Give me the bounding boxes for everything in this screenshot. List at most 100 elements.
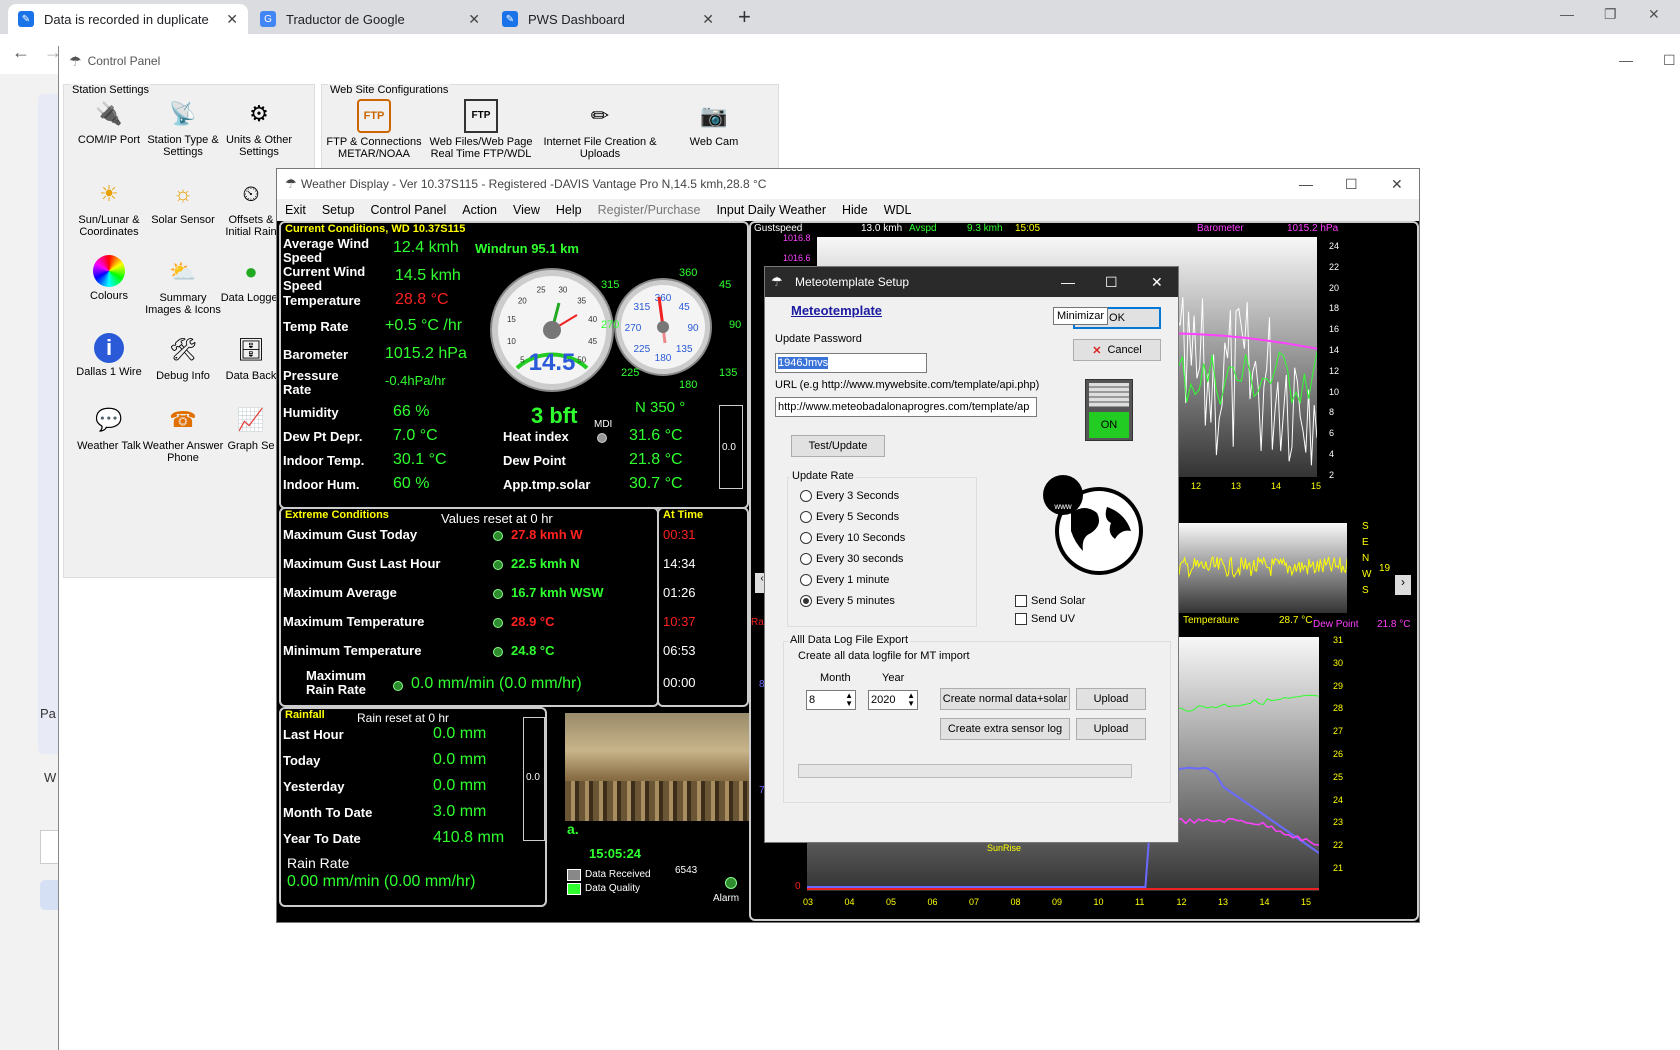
axis-tick: 03 <box>803 897 814 907</box>
tick-label: 360 <box>655 293 672 304</box>
temp-rate-value: +0.5 °C /hr <box>385 317 463 334</box>
spinner-arrows-icon[interactable]: ▲ ▼ <box>845 692 853 708</box>
station-type-item[interactable]: 📡 Station Type & Settings <box>140 97 226 159</box>
rate-radio[interactable] <box>800 511 812 523</box>
answer-phone-item[interactable]: ☎ Weather Answer Phone <box>140 403 226 465</box>
menu-item[interactable]: Input Daily Weather <box>708 203 834 217</box>
web-files-item[interactable]: FTP Web Files/Web Page Real Time FTP/WDL <box>426 99 536 160</box>
label: Avspd <box>909 223 937 234</box>
minimize-icon[interactable]: — <box>1299 176 1313 192</box>
dialog-heading[interactable]: Meteotemplate <box>791 303 882 318</box>
browser-tab-3[interactable]: ✎ PWS Dashboard ✕ <box>492 4 724 34</box>
menu-item[interactable]: WDL <box>876 203 920 217</box>
menu-item[interactable]: Exit <box>277 203 314 217</box>
close-icon[interactable]: ✕ <box>468 11 480 28</box>
solar-sensor-item[interactable]: ☼ Solar Sensor <box>140 177 226 227</box>
menu-item[interactable]: Register/Purchase <box>590 203 709 217</box>
count-value: 6543 <box>675 865 698 876</box>
maximize-icon[interactable]: ☐ <box>1105 274 1118 291</box>
new-tab-button[interactable]: + <box>738 4 751 30</box>
spinner-arrows-icon[interactable]: ▲ ▼ <box>907 692 915 708</box>
month-spinner[interactable]: 8 ▲ ▼ <box>806 690 856 710</box>
rain-value: 0.0 mm <box>433 725 487 742</box>
send-solar-checkbox[interactable] <box>1015 595 1027 607</box>
close-icon[interactable]: ✕ <box>1151 274 1163 291</box>
rate-radio[interactable] <box>800 574 812 586</box>
tick-label: 225 <box>633 344 650 355</box>
maximize-icon[interactable]: ☐ <box>1345 176 1358 193</box>
minimize-icon[interactable]: — <box>1560 6 1574 22</box>
compass-tick: S <box>1362 585 1369 596</box>
minimize-icon[interactable]: — <box>1619 52 1633 68</box>
menu-item[interactable]: View <box>505 203 548 217</box>
axis-tick: 8 <box>1329 407 1335 418</box>
create-extra-button[interactable]: Create extra sensor log <box>940 718 1070 740</box>
wd-titlebar: ☂ Weather Display - Ver 10.37S115 - Regi… <box>277 169 1419 199</box>
maximize-icon[interactable]: ☐ <box>1663 52 1676 69</box>
close-icon[interactable]: ✕ <box>702 11 714 28</box>
rate-radio[interactable] <box>800 553 812 565</box>
menu-item[interactable]: Action <box>454 203 505 217</box>
tick-label: 15 <box>507 315 516 324</box>
compass-tick: S <box>1362 521 1369 532</box>
beaufort-value: 3 bft <box>531 403 578 428</box>
label: App.tmp.solar <box>503 477 591 492</box>
export-group: Alll Data Log File Export Create all dat… <box>783 634 1171 803</box>
tick-label: 20 <box>518 296 527 305</box>
label: Barometer <box>1197 223 1244 234</box>
label: Temp Rate <box>283 319 349 334</box>
back-arrow-icon[interactable]: ← <box>12 42 30 63</box>
browser-tab-2[interactable]: G Traductor de Google ✕ <box>250 4 490 34</box>
menu-item[interactable]: Setup <box>314 203 363 217</box>
create-normal-button[interactable]: Create normal data+solar <box>940 688 1070 710</box>
switch-label: ON <box>1089 412 1129 438</box>
label: Maximum Gust Last Hour <box>283 556 441 571</box>
axis-tick: 24 <box>1333 794 1344 805</box>
rate-radio[interactable] <box>800 532 812 544</box>
axis-tick: 24 <box>1329 241 1340 251</box>
debug-item[interactable]: 🛠 Debug Info <box>140 333 226 383</box>
menu-item[interactable]: Control Panel <box>363 203 455 217</box>
close-icon[interactable]: ✕ <box>1391 176 1403 193</box>
rate-radio[interactable] <box>800 490 812 502</box>
url-input[interactable]: http://www.meteobadalonaprogres.com/temp… <box>775 397 1037 417</box>
ftp-item[interactable]: FTP FTP & Connections METAR/NOAA <box>326 99 422 160</box>
summary-item[interactable]: ⛅ Summary Images & Icons <box>140 255 226 317</box>
axis-tick: 31 <box>1333 635 1344 645</box>
time-value: 00:31 <box>663 527 696 542</box>
scroll-right-button[interactable]: › <box>1395 575 1411 595</box>
wd-menubar: Exit Setup Control Panel Action View Help Regi… <box>277 199 1419 221</box>
sidebar-text: Pa <box>40 706 56 721</box>
menu-item[interactable]: Hide <box>834 203 876 217</box>
cancel-button[interactable]: ✕ Cancel <box>1073 339 1161 361</box>
browser-tab-1[interactable]: ✎ Data is recorded in duplicate ✕ <box>8 4 248 34</box>
app-icon: ☂ <box>771 274 783 289</box>
close-icon[interactable]: ✕ <box>1648 6 1660 23</box>
test-update-button[interactable]: Test/Update <box>791 435 885 457</box>
close-icon[interactable]: ✕ <box>226 11 238 28</box>
on-switch[interactable]: ON <box>1085 379 1133 441</box>
units-item[interactable]: ⚙ Units & Other Settings <box>216 97 302 159</box>
send-uv-checkbox[interactable] <box>1015 613 1027 625</box>
axis-tick: 13 <box>1231 481 1242 491</box>
current-wind-value: 14.5 kmh <box>395 267 461 284</box>
internet-item[interactable]: ✏ Internet File Creation & Uploads <box>540 99 660 161</box>
minimize-icon[interactable]: — <box>1061 274 1075 290</box>
rain-value: 0.0 mm <box>433 777 487 794</box>
rate-radio[interactable] <box>800 595 812 607</box>
status-dot <box>493 618 503 628</box>
cancel-x-icon: ✕ <box>1092 344 1102 357</box>
webcam-item[interactable]: 📷 Web Cam <box>674 99 754 149</box>
time-value: 01:26 <box>663 585 696 600</box>
plug-icon: 🔌 <box>95 101 123 126</box>
menu-item[interactable]: Help <box>548 203 590 217</box>
upload-normal-button[interactable]: Upload <box>1076 688 1146 710</box>
label: Minimum Temperature <box>283 643 422 658</box>
year-spinner[interactable]: 2020 ▲ ▼ <box>868 690 918 710</box>
compass-tick: W <box>1362 569 1372 580</box>
password-input[interactable]: 1946Jmvs <box>775 353 927 373</box>
upload-extra-button[interactable]: Upload <box>1076 718 1146 740</box>
restore-icon[interactable]: ❐ <box>1604 6 1617 23</box>
sidebar-button[interactable] <box>40 880 60 910</box>
time-value: 15:05 <box>1015 223 1041 234</box>
